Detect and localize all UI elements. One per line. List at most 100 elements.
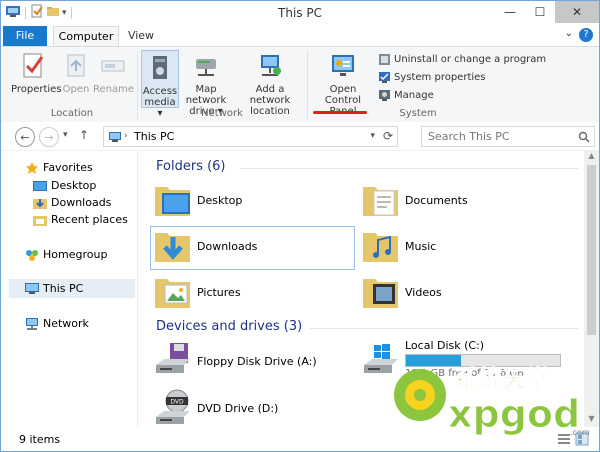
back-button[interactable]: ← xyxy=(15,127,35,147)
network-drive-icon xyxy=(196,59,216,76)
uninstall-label: Uninstall or change a program xyxy=(394,54,547,65)
dvd-icon-text: DVD xyxy=(170,399,184,406)
manage-button[interactable]: Manage xyxy=(378,89,434,102)
xpgod-watermark: 系统天堂 xpgod .com xyxy=(394,365,590,437)
nav-favorites-label: Favorites xyxy=(43,161,93,174)
access-media-button[interactable]: Access media ▾ xyxy=(141,50,179,119)
nav-this-pc-label: This PC xyxy=(43,282,84,295)
folders-header[interactable]: Folders (6) xyxy=(156,159,226,174)
drive-label: Floppy Disk Drive (A:) xyxy=(197,355,317,368)
desktop-icon xyxy=(33,180,47,191)
recent-places-icon xyxy=(33,215,47,226)
system-properties-icon xyxy=(379,72,390,83)
ribbon: Properties Open Rename Location Access m… xyxy=(1,46,599,123)
forward-button[interactable]: → xyxy=(39,127,59,147)
nav-desktop[interactable]: Desktop xyxy=(33,179,96,192)
nav-homegroup-label: Homegroup xyxy=(43,248,108,261)
back-arrow-icon: ← xyxy=(20,130,30,144)
folder-label: Music xyxy=(405,240,437,253)
music-folder-icon xyxy=(363,233,398,262)
up-button[interactable]: ↑ xyxy=(79,128,89,142)
nav-desktop-label: Desktop xyxy=(51,179,97,192)
documents-folder-icon xyxy=(363,187,398,216)
open-icon xyxy=(67,54,85,77)
control-panel-label-1: Open Control xyxy=(324,84,362,106)
search-placeholder: Search This PC xyxy=(428,130,510,143)
add-location-label-1: Add a network xyxy=(249,84,291,106)
folder-videos[interactable]: Videos xyxy=(360,271,442,313)
caption-buttons: — ☐ ✕ xyxy=(495,1,599,23)
open-label: Open xyxy=(62,84,90,95)
nav-downloads[interactable]: Downloads xyxy=(33,196,111,209)
watermark-logo-dot xyxy=(414,389,426,401)
devices-header[interactable]: Devices and drives (3) xyxy=(156,319,302,334)
section-divider xyxy=(310,328,578,329)
close-button[interactable]: ✕ xyxy=(555,1,599,23)
folder-downloads[interactable]: Downloads xyxy=(152,225,257,267)
desktop-folder-icon xyxy=(155,187,190,216)
group-label-network: Network xyxy=(201,108,243,119)
navigation-bar: ← → ▾ ↑ › This PC ▾ ⟳ Search This PC xyxy=(1,122,599,151)
nav-homegroup[interactable]: Homegroup xyxy=(25,248,107,261)
nav-network-label: Network xyxy=(43,317,89,330)
recent-locations-chevron-icon[interactable]: ▾ xyxy=(63,130,68,140)
group-label-location: Location xyxy=(50,108,94,119)
system-properties-label: System properties xyxy=(394,72,486,83)
ribbon-separator xyxy=(307,51,308,119)
properties-button[interactable]: Properties xyxy=(11,51,62,95)
watermark-cn-text: 系统天堂 xyxy=(454,365,550,393)
title-bar: ▾ This PC — ☐ ✕ xyxy=(1,1,599,25)
tab-view[interactable]: View xyxy=(121,26,161,46)
rename-button[interactable]: Rename xyxy=(93,51,135,95)
ribbon-expand-icon[interactable]: ⌄ xyxy=(565,28,573,39)
downloads-folder-icon xyxy=(155,233,190,262)
folder-documents[interactable]: Documents xyxy=(360,179,468,221)
pictures-folder-icon xyxy=(155,279,190,308)
downloads-icon xyxy=(33,198,47,209)
folder-desktop[interactable]: Desktop xyxy=(152,179,242,221)
ribbon-separator xyxy=(137,51,138,119)
search-icon xyxy=(578,130,590,149)
nav-network[interactable]: Network xyxy=(25,317,89,330)
address-bar[interactable]: › This PC ▾ ⟳ xyxy=(103,126,398,147)
access-media-label-1: Access xyxy=(142,86,178,97)
breadcrumb-this-pc[interactable]: This PC xyxy=(134,127,174,146)
folder-pictures[interactable]: Pictures xyxy=(152,271,241,313)
drive-dvd[interactable]: DVD DVD Drive (D:) xyxy=(152,387,278,429)
nav-favorites[interactable]: Favorites xyxy=(25,161,93,174)
nav-this-pc[interactable]: This PC xyxy=(25,282,83,295)
uninstall-icon xyxy=(379,54,390,65)
nav-recent-places[interactable]: Recent places xyxy=(33,213,128,226)
drive-floppy[interactable]: Floppy Disk Drive (A:) xyxy=(152,339,317,381)
manage-icon xyxy=(379,90,390,101)
watermark-en-text: xpgod xyxy=(448,392,580,436)
scroll-thumb[interactable] xyxy=(587,165,596,335)
search-box[interactable]: Search This PC xyxy=(421,126,595,147)
folder-label: Pictures xyxy=(197,286,241,299)
folder-label: Desktop xyxy=(197,194,243,207)
manage-label: Manage xyxy=(394,90,434,101)
control-panel-icon xyxy=(332,55,354,76)
folder-music[interactable]: Music xyxy=(360,225,436,267)
rename-label: Rename xyxy=(93,84,135,95)
folder-label: Documents xyxy=(405,194,468,207)
nav-downloads-label: Downloads xyxy=(51,196,112,209)
watermark-suffix-text: .com xyxy=(570,428,590,437)
minimize-button[interactable]: — xyxy=(495,1,525,23)
address-dropdown-icon[interactable]: ▾ xyxy=(370,127,375,146)
tab-computer[interactable]: Computer xyxy=(53,26,119,47)
floppy-drive-icon xyxy=(156,343,190,373)
computer-icon xyxy=(25,282,39,294)
group-label-system: System xyxy=(399,108,437,119)
maximize-button[interactable]: ☐ xyxy=(525,1,555,23)
this-pc-address-icon xyxy=(108,130,122,149)
system-properties-button[interactable]: System properties xyxy=(378,71,486,84)
help-button[interactable]: ? xyxy=(579,28,593,42)
media-server-icon xyxy=(153,56,167,79)
tab-file[interactable]: File xyxy=(3,26,47,46)
open-button[interactable]: Open xyxy=(59,51,93,95)
refresh-icon[interactable]: ⟳ xyxy=(383,127,393,146)
forward-arrow-icon: → xyxy=(44,130,54,144)
uninstall-program-button[interactable]: Uninstall or change a program xyxy=(378,53,546,66)
scroll-up-icon[interactable]: ▲ xyxy=(584,151,599,164)
